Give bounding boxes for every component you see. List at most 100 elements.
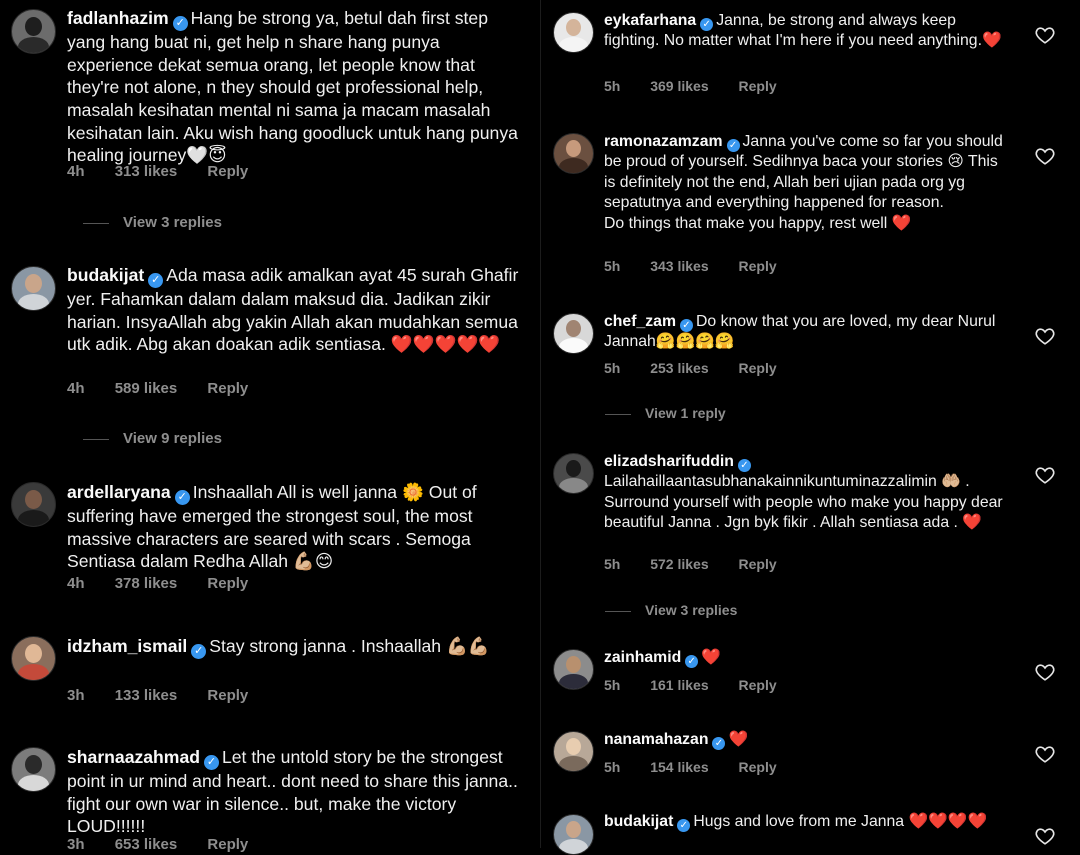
comment-username[interactable]: budakijat bbox=[604, 813, 673, 830]
comment-time: 5h bbox=[604, 258, 621, 274]
user-avatar-icon[interactable] bbox=[553, 814, 594, 855]
comment-username[interactable]: eykafarhana bbox=[604, 12, 696, 29]
user-avatar-icon[interactable] bbox=[553, 133, 594, 174]
comment-username[interactable]: sharnaazahmad bbox=[67, 747, 200, 767]
verified-badge-icon: ✓ bbox=[712, 737, 726, 750]
user-avatar-icon[interactable] bbox=[11, 482, 56, 527]
comment-meta: 5h 253 likes Reply bbox=[604, 360, 803, 376]
comment-likes[interactable]: 369 likes bbox=[650, 78, 708, 94]
view-replies-button[interactable]: View 1 reply bbox=[605, 405, 726, 421]
comment-body: idzham_ismail ✓ Stay strong janna . Inshaa… bbox=[67, 635, 522, 659]
replies-line bbox=[83, 222, 109, 224]
user-avatar-icon[interactable] bbox=[553, 731, 594, 772]
reply-button[interactable]: Reply bbox=[207, 380, 248, 397]
comment-body: nanamahazan ✓ ❤️ bbox=[604, 730, 1010, 750]
comment-username[interactable]: zainhamid bbox=[604, 649, 681, 666]
comment-meta: 4h 589 likes Reply bbox=[67, 380, 274, 397]
verified-badge-icon: ✓ bbox=[148, 273, 164, 288]
comment-meta: 5h 369 likes Reply bbox=[604, 78, 803, 94]
comment-time: 4h bbox=[67, 575, 85, 592]
comment-likes[interactable]: 161 likes bbox=[650, 677, 708, 693]
verified-badge-icon: ✓ bbox=[680, 319, 693, 332]
comment-text: Hugs and love from me Janna ❤️❤️❤️❤️ bbox=[693, 813, 988, 830]
user-avatar-icon[interactable] bbox=[553, 12, 594, 53]
reply-button[interactable]: Reply bbox=[739, 78, 777, 94]
replies-line bbox=[605, 413, 631, 415]
reply-button[interactable]: Reply bbox=[207, 575, 248, 592]
comment-username[interactable]: idzham_ismail bbox=[67, 636, 187, 656]
heart-outline-icon[interactable] bbox=[1034, 145, 1056, 167]
heart-outline-icon[interactable] bbox=[1034, 464, 1056, 486]
verified-badge-icon: ✓ bbox=[191, 644, 207, 659]
comment-text: ❤️ bbox=[728, 731, 749, 748]
verified-badge-icon: ✓ bbox=[203, 755, 219, 770]
comment-likes[interactable]: 253 likes bbox=[650, 360, 708, 376]
comment-time: 5h bbox=[604, 759, 621, 775]
comment-likes[interactable]: 133 likes bbox=[115, 687, 178, 704]
comment-likes[interactable]: 313 likes bbox=[115, 163, 178, 180]
comment-body: sharnaazahmad ✓ Let the untold story be th… bbox=[67, 746, 522, 838]
comment-time: 5h bbox=[604, 677, 621, 693]
view-replies-label: View 3 replies bbox=[645, 602, 738, 618]
comment-likes[interactable]: 378 likes bbox=[115, 575, 178, 592]
comment-username[interactable]: ramonazamzam bbox=[604, 133, 723, 150]
reply-button[interactable]: Reply bbox=[207, 687, 248, 704]
user-avatar-icon[interactable] bbox=[553, 453, 594, 494]
reply-button[interactable]: Reply bbox=[739, 759, 777, 775]
reply-button[interactable]: Reply bbox=[207, 836, 248, 853]
view-replies-label: View 3 replies bbox=[123, 214, 222, 231]
user-avatar-icon[interactable] bbox=[553, 313, 594, 354]
view-replies-label: View 9 replies bbox=[123, 430, 222, 447]
heart-outline-icon[interactable] bbox=[1034, 661, 1056, 683]
user-avatar-icon[interactable] bbox=[11, 747, 56, 792]
verified-badge-icon: ✓ bbox=[685, 655, 699, 668]
user-avatar-icon[interactable] bbox=[11, 636, 56, 681]
user-avatar-icon[interactable] bbox=[11, 266, 56, 311]
comment-meta: 3h 653 likes Reply bbox=[67, 836, 274, 853]
reply-button[interactable]: Reply bbox=[739, 360, 777, 376]
verified-badge-icon: ✓ bbox=[737, 459, 751, 472]
user-avatar-icon[interactable] bbox=[553, 649, 594, 690]
comment-username[interactable]: fadlanhazim bbox=[67, 8, 169, 28]
comment-body: zainhamid ✓ ❤️ bbox=[604, 648, 1010, 668]
reply-button[interactable]: Reply bbox=[739, 258, 777, 274]
comment-time: 4h bbox=[67, 163, 85, 180]
user-avatar-icon[interactable] bbox=[11, 9, 56, 54]
column-divider bbox=[540, 0, 541, 848]
heart-outline-icon[interactable] bbox=[1034, 743, 1056, 765]
comment-likes[interactable]: 572 likes bbox=[650, 556, 708, 572]
comment-username[interactable]: budakijat bbox=[67, 265, 144, 285]
comment-username[interactable]: elizadsharifuddin bbox=[604, 453, 734, 470]
comment-text: Hang be strong ya, betul dah first step … bbox=[67, 8, 518, 166]
view-replies-button[interactable]: View 9 replies bbox=[83, 430, 222, 447]
comment-text: Lailahaillaantasubhanakainnikuntuminazza… bbox=[604, 473, 1003, 532]
comment-username[interactable]: chef_zam bbox=[604, 313, 676, 330]
comment-time: 3h bbox=[67, 836, 85, 853]
comment-meta: 5h 161 likes Reply bbox=[604, 677, 803, 693]
comment-meta: 5h 154 likes Reply bbox=[604, 759, 803, 775]
comment-username[interactable]: ardellaryana bbox=[67, 482, 171, 502]
view-replies-label: View 1 reply bbox=[645, 405, 726, 421]
heart-outline-icon[interactable] bbox=[1034, 825, 1056, 847]
heart-outline-icon[interactable] bbox=[1034, 325, 1056, 347]
verified-badge-icon: ✓ bbox=[726, 139, 740, 152]
comment-body: ardellaryana ✓ Inshaallah All is well jann… bbox=[67, 481, 522, 573]
comment-body: ramonazamzam ✓ Janna you've come so far yo… bbox=[604, 132, 1010, 234]
comment-likes[interactable]: 589 likes bbox=[115, 380, 178, 397]
reply-button[interactable]: Reply bbox=[207, 163, 248, 180]
comment-likes[interactable]: 343 likes bbox=[650, 258, 708, 274]
comment-body: budakijat ✓ Ada masa adik amalkan ayat 45 … bbox=[67, 264, 522, 356]
comment-likes[interactable]: 653 likes bbox=[115, 836, 178, 853]
view-replies-button[interactable]: View 3 replies bbox=[83, 214, 222, 231]
comment-body: chef_zam ✓ Do know that you are loved, my … bbox=[604, 312, 1010, 353]
comment-meta: 5h 572 likes Reply bbox=[604, 556, 803, 572]
reply-button[interactable]: Reply bbox=[739, 556, 777, 572]
verified-badge-icon: ✓ bbox=[174, 490, 190, 505]
heart-outline-icon[interactable] bbox=[1034, 24, 1056, 46]
replies-line bbox=[83, 438, 109, 440]
reply-button[interactable]: Reply bbox=[739, 677, 777, 693]
comment-likes[interactable]: 154 likes bbox=[650, 759, 708, 775]
comment-body: budakijat ✓ Hugs and love from me Janna ❤️… bbox=[604, 812, 1010, 832]
comment-username[interactable]: nanamahazan bbox=[604, 731, 708, 748]
view-replies-button[interactable]: View 3 replies bbox=[605, 602, 737, 618]
